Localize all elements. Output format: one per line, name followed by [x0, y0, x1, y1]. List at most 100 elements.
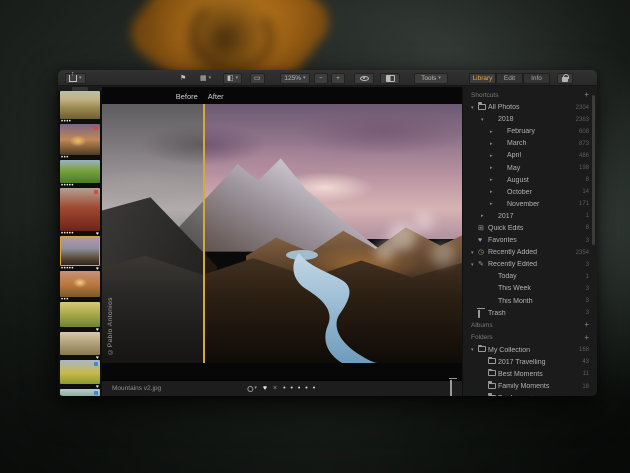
- item-label: August: [507, 177, 583, 184]
- item-count: 3: [586, 262, 589, 268]
- library-tree-item[interactable]: ⊞ Quick Edits 8: [463, 222, 597, 234]
- library-tree-item[interactable]: 2017 Travelling 43: [463, 356, 597, 368]
- thumbnail-heart-icon: ♥: [96, 385, 99, 389]
- zoom-out-button[interactable]: −: [314, 73, 328, 84]
- library-tree-item[interactable]: Family Moments 18: [463, 380, 597, 392]
- library-tree-item[interactable]: Today 1: [463, 271, 597, 283]
- filmstrip-thumbnail[interactable]: ♥: [60, 302, 100, 332]
- compare-icon: [386, 75, 395, 82]
- library-tree-item[interactable]: ▸ October 14: [463, 186, 597, 198]
- add-icon[interactable]: +: [584, 91, 589, 99]
- color-label-button[interactable]: ▾: [247, 386, 257, 392]
- library-tree-item[interactable]: ▾ My Collection 168: [463, 344, 597, 356]
- disclosure-caret-icon[interactable]: ▸: [490, 189, 497, 195]
- library-tree-item[interactable]: ▸ 2017 1: [463, 210, 597, 222]
- library-tree-item[interactable]: Trash 3: [463, 307, 597, 319]
- add-icon[interactable]: +: [584, 334, 589, 342]
- filmstrip-toggle-button[interactable]: ▭: [250, 73, 265, 84]
- star-rating[interactable]: • • • • •: [283, 385, 317, 392]
- lock-button[interactable]: [557, 73, 573, 84]
- library-tree-item[interactable]: Best Moments 11: [463, 368, 597, 380]
- filmstrip-panel: •••• ••• ••••• ••••• ♥ ••••• ♥: [58, 87, 102, 396]
- library-section-header: Albums +: [463, 319, 597, 332]
- color-label-icon: [247, 386, 253, 392]
- mode-tabs: Library Edit Info: [469, 73, 550, 84]
- photo-bottom-bar: Mountains v2.jpg ▾ ♥ × • • • • •: [102, 380, 462, 396]
- disclosure-caret-icon[interactable]: ▾: [471, 262, 478, 268]
- disclosure-caret-icon[interactable]: ▸: [490, 129, 497, 135]
- filmstrip-thumbnail[interactable]: ••••: [60, 91, 100, 124]
- photo-before-scene: [102, 104, 203, 363]
- thumbnail-rating-dots: ••••: [61, 120, 71, 124]
- library-tree-item[interactable]: ▸ April 486: [463, 150, 597, 162]
- edit-badge: [94, 190, 98, 194]
- library-tree-item[interactable]: ▸ November 171: [463, 198, 597, 210]
- flag-icon: ⚑: [180, 75, 186, 82]
- filmstrip-thumbnail[interactable]: •••••: [60, 389, 100, 396]
- filmstrip-thumbnail[interactable]: ♥: [60, 332, 100, 360]
- item-label: May: [507, 165, 576, 172]
- tools-dropdown[interactable]: Tools ▾: [414, 73, 448, 84]
- filmstrip-thumbnail[interactable]: ♥: [60, 360, 100, 389]
- eye-icon: [360, 76, 369, 81]
- disclosure-caret-icon[interactable]: ▸: [490, 141, 497, 147]
- library-tree-item[interactable]: ▾ 2018 2363: [463, 114, 597, 126]
- filmstrip-thumbnail[interactable]: ••••• ♥: [60, 188, 100, 236]
- filmstrip-thumbnail[interactable]: ••••• ♥: [60, 236, 100, 271]
- library-tree-item[interactable]: For Licensing 17: [463, 393, 597, 396]
- disclosure-caret-icon[interactable]: ▾: [471, 250, 478, 256]
- library-tree-item[interactable]: ▾ All Photos 2304: [463, 102, 597, 114]
- library-tree-item[interactable]: ▾ ✎ Recently Edited 3: [463, 259, 597, 271]
- export-button[interactable]: ▾: [65, 73, 86, 84]
- sidebar-scrollbar[interactable]: [592, 95, 595, 245]
- tab-library[interactable]: Library: [469, 73, 496, 84]
- library-tree-item[interactable]: ▸ May 198: [463, 162, 597, 174]
- library-section-header: Shortcuts +: [463, 89, 597, 102]
- thumbnail-image: [60, 188, 100, 231]
- item-count: 2304: [576, 105, 589, 111]
- main-photo[interactable]: ©Pablo Antonios: [102, 104, 462, 363]
- disclosure-caret-icon[interactable]: ▸: [490, 153, 497, 159]
- section-label: Albums: [471, 322, 584, 329]
- lock-icon: [562, 77, 568, 82]
- disclosure-caret-icon[interactable]: ▾: [481, 117, 488, 123]
- reject-button[interactable]: ×: [273, 385, 277, 392]
- library-tree-item[interactable]: This Week 3: [463, 283, 597, 295]
- filmstrip-thumbnail[interactable]: •••: [60, 271, 100, 302]
- thumbnail-rating-dots: •••••: [61, 232, 74, 236]
- disclosure-caret-icon[interactable]: ▸: [490, 165, 497, 171]
- zoom-level-dropdown[interactable]: 125% ▾: [280, 73, 310, 84]
- disclosure-caret-icon[interactable]: ▸: [490, 201, 497, 207]
- compare-slider-handle[interactable]: [203, 104, 205, 363]
- letterbox-bottom: [102, 363, 462, 379]
- item-count: 873: [579, 141, 589, 147]
- compare-button[interactable]: [380, 73, 400, 84]
- item-count: 168: [579, 347, 589, 353]
- view-mode-button[interactable]: ◧ ▾: [223, 73, 242, 84]
- delete-button[interactable]: [450, 380, 452, 397]
- library-tree-item[interactable]: ▾ ◷ Recently Added 2354: [463, 247, 597, 259]
- add-icon[interactable]: +: [584, 321, 589, 329]
- disclosure-caret-icon[interactable]: ▸: [490, 177, 497, 183]
- library-tree-item[interactable]: ▸ March 873: [463, 138, 597, 150]
- library-tree-item[interactable]: This Month 3: [463, 295, 597, 307]
- tab-edit[interactable]: Edit: [496, 73, 523, 84]
- disclosure-caret-icon[interactable]: ▸: [481, 213, 488, 219]
- library-tree-item[interactable]: ♥ Favorites 3: [463, 235, 597, 247]
- quick-preview-button[interactable]: [354, 73, 374, 84]
- disclosure-caret-icon[interactable]: ▾: [471, 105, 478, 111]
- clock-icon: ◷: [478, 249, 488, 256]
- favorite-button[interactable]: ♥: [263, 385, 267, 392]
- photo-before-view: ©Pablo Antonios: [102, 104, 203, 363]
- flag-filter-button[interactable]: ⚑: [176, 73, 190, 84]
- filmstrip-thumbnail[interactable]: •••: [60, 124, 100, 160]
- zoom-in-button[interactable]: +: [331, 73, 345, 84]
- disclosure-caret-icon[interactable]: ▾: [471, 347, 478, 353]
- tab-info[interactable]: Info: [523, 73, 550, 84]
- thumbnail-image: [60, 236, 100, 266]
- sort-button[interactable]: ▦ ▾: [196, 73, 215, 84]
- library-tree-item[interactable]: ▸ February 608: [463, 126, 597, 138]
- library-tree-item[interactable]: ▸ August 8: [463, 174, 597, 186]
- toolbar: ▾ ⚑ ▦ ▾ ◧ ▾ ▭ 125% ▾ −: [58, 70, 597, 86]
- filmstrip-thumbnail[interactable]: •••••: [60, 160, 100, 188]
